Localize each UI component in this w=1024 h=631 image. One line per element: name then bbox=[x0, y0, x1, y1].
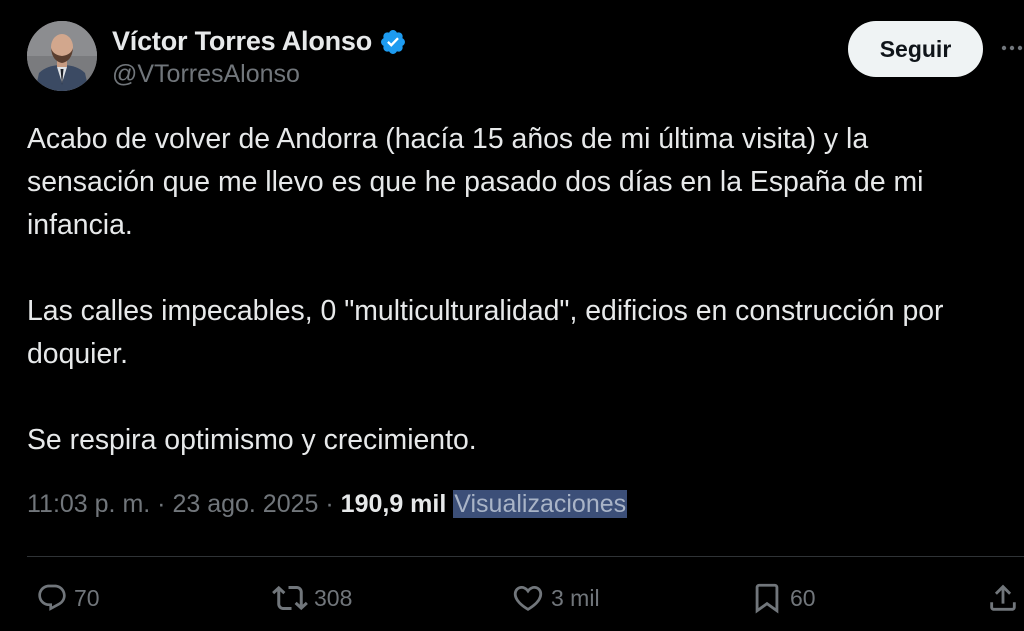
user-name-row: Víctor Torres Alonso bbox=[112, 26, 407, 57]
action-bar: 70 308 3 mil 60 bbox=[0, 576, 1024, 620]
divider bbox=[27, 556, 1024, 557]
views-label: Visualizaciones bbox=[453, 490, 628, 518]
views-count: 190,9 mil bbox=[340, 490, 447, 518]
follow-button[interactable]: Seguir bbox=[848, 21, 983, 77]
separator-dot: · bbox=[157, 490, 166, 518]
retweet-count: 308 bbox=[314, 584, 353, 611]
tweet-paragraph: Las calles impecables, 0 "multiculturali… bbox=[27, 295, 944, 370]
separator-dot: · bbox=[325, 490, 334, 518]
bookmark-icon bbox=[750, 581, 784, 615]
avatar[interactable] bbox=[27, 21, 97, 91]
tweet: Víctor Torres Alonso @VTorresAlonso Segu… bbox=[0, 0, 1024, 631]
tweet-text: Acabo de volver de Andorra (hacía 15 año… bbox=[27, 118, 1002, 462]
heart-icon bbox=[511, 581, 545, 615]
retweet-icon bbox=[272, 580, 308, 616]
share-button[interactable] bbox=[986, 576, 1020, 620]
display-name[interactable]: Víctor Torres Alonso bbox=[112, 26, 372, 57]
share-icon bbox=[986, 581, 1020, 615]
reply-icon bbox=[36, 582, 68, 614]
more-horizontal-icon[interactable] bbox=[1000, 38, 1024, 58]
tweet-meta: 11:03 p. m. · 23 ago. 2025 · 190,9 mil V… bbox=[27, 490, 628, 519]
avatar-photo bbox=[27, 21, 97, 91]
user-handle[interactable]: @VTorresAlonso bbox=[112, 60, 300, 89]
reply-count: 70 bbox=[74, 584, 100, 611]
tweet-time[interactable]: 11:03 p. m. bbox=[27, 490, 150, 518]
bookmark-count: 60 bbox=[790, 584, 816, 611]
reply-button[interactable]: 70 bbox=[36, 576, 100, 620]
like-button[interactable]: 3 mil bbox=[511, 576, 600, 620]
verified-badge-icon[interactable] bbox=[379, 28, 407, 56]
tweet-paragraph: Se respira optimismo y crecimiento. bbox=[27, 424, 477, 456]
like-count: 3 mil bbox=[551, 584, 600, 611]
tweet-paragraph: Acabo de volver de Andorra (hacía 15 año… bbox=[27, 123, 924, 241]
bookmark-button[interactable]: 60 bbox=[750, 576, 816, 620]
retweet-button[interactable]: 308 bbox=[272, 576, 352, 620]
tweet-date[interactable]: 23 ago. 2025 bbox=[172, 490, 318, 518]
